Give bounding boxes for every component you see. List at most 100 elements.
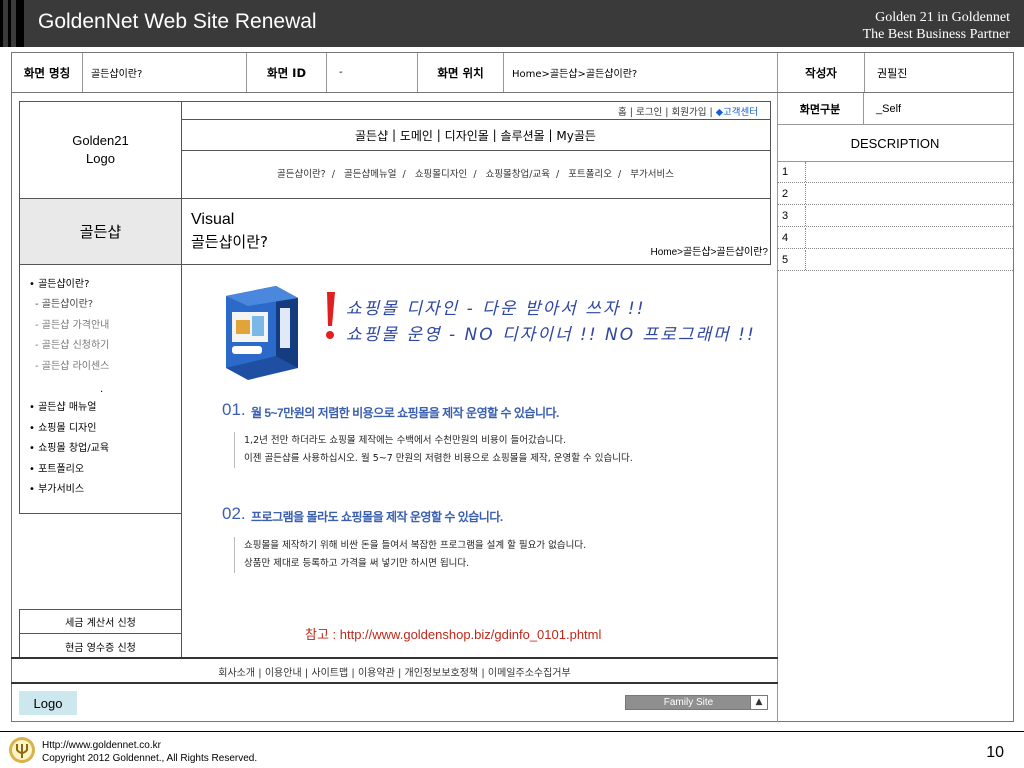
family-site-label: Family Site bbox=[663, 697, 714, 708]
logo-line-2: Logo bbox=[86, 151, 115, 166]
screen-id-label: 화면 ID bbox=[247, 53, 327, 92]
product-box-image bbox=[226, 286, 298, 380]
side-subitem-license[interactable]: - 골든샵 라이센스 bbox=[29, 357, 109, 372]
section-number-1: 01. bbox=[222, 400, 246, 419]
header-accent-bar bbox=[8, 0, 11, 47]
section-1-line-2: 이젠 골든샵를 사용하십시오. 월 5~7 만원의 저렴한 비용으로 쇼핑몰을 … bbox=[244, 453, 633, 464]
slide-title: GoldenNet Web Site Renewal bbox=[38, 10, 317, 33]
section-title: 골든샵 bbox=[19, 199, 182, 265]
header-accent-bar bbox=[0, 0, 3, 47]
separator: | bbox=[258, 668, 262, 679]
side-item-about[interactable]: • 골든샵이란? bbox=[29, 275, 89, 290]
row-number: 1 bbox=[782, 166, 789, 178]
reference-url: 참고 : http://www.goldenshop.biz/gdinfo_01… bbox=[305, 627, 602, 642]
footer-link-email-policy[interactable]: 이메일주소수집거부 bbox=[488, 668, 571, 679]
separator: | bbox=[629, 107, 633, 118]
family-site-select[interactable]: Family Site ▲ bbox=[625, 695, 768, 710]
company-info: Http://www.goldennet.co.kr Copyright 201… bbox=[42, 739, 257, 765]
screen-type-value: _Self bbox=[864, 93, 1013, 125]
description-row: 4 bbox=[777, 228, 1013, 249]
side-item-portfolio[interactable]: • 포트폴리오 bbox=[29, 460, 84, 475]
side-item-manual[interactable]: • 골든샵 매뉴얼 bbox=[29, 398, 96, 413]
footer-link-sitemap[interactable]: 사이트맵 bbox=[311, 668, 348, 679]
sidebar-divider bbox=[181, 264, 182, 658]
side-item-design[interactable]: • 쇼핑몰 디자인 bbox=[29, 419, 96, 434]
side-menu-dot: . bbox=[100, 384, 104, 395]
sub-item-design[interactable]: 쇼핑몰디자인 bbox=[415, 169, 467, 180]
utility-links: 홈 | 로그인 | 회원가입 | ◆고객센터 bbox=[618, 104, 758, 118]
side-item-extra[interactable]: • 부가서비스 bbox=[29, 480, 84, 495]
section-heading-2: 프로그램을 몰라도 쇼핑몰을 제작 운영할 수 있습니다. bbox=[251, 510, 503, 524]
description-row: 1 bbox=[777, 162, 1013, 183]
sub-item-about[interactable]: 골든샵이란? bbox=[277, 169, 326, 180]
description-title: DESCRIPTION bbox=[777, 125, 1013, 162]
separator: | bbox=[351, 668, 355, 679]
footer-logo-button[interactable]: Logo bbox=[19, 691, 77, 715]
footer-rule bbox=[11, 657, 778, 659]
visual-label: Visual bbox=[191, 211, 235, 228]
footer-link-terms[interactable]: 이용약관 bbox=[358, 668, 395, 679]
sub-item-manual[interactable]: 골든샵메뉴얼 bbox=[344, 169, 396, 180]
gnb-item-designmall[interactable]: 디자인몰 bbox=[445, 127, 489, 144]
copyright-text: Copyright 2012 Goldennet., All Rights Re… bbox=[42, 753, 258, 764]
separator: | bbox=[304, 668, 309, 679]
exclamation-icon bbox=[326, 292, 335, 339]
section-heading-1: 월 5~7만원의 저렴한 비용으로 쇼핑몰을 제작 운영할 수 있습니다. bbox=[251, 406, 559, 420]
side-subitem-apply[interactable]: - 골든샵 신청하기 bbox=[29, 336, 109, 351]
separator: / bbox=[331, 169, 335, 180]
sub-item-portfolio[interactable]: 포트폴리오 bbox=[568, 169, 612, 180]
footer-link-guide[interactable]: 이용안내 bbox=[265, 668, 302, 679]
section-2-line-1: 쇼핑몰을 제작하기 위해 비싼 돈을 들여서 복잡한 프로그램을 설계 할 필요… bbox=[244, 540, 587, 551]
footer-rule bbox=[11, 682, 778, 684]
separator: / bbox=[618, 169, 622, 180]
screen-info-table: 화면 명칭 골든샵이란? 화면 ID - 화면 위치 Home>골든샵>골든샵이… bbox=[11, 52, 1014, 93]
site-logo-placeholder[interactable]: Golden21 Logo bbox=[19, 101, 182, 199]
side-subitem-about[interactable]: - 골든샵이란? bbox=[29, 295, 93, 310]
separator: / bbox=[473, 169, 477, 180]
separator: / bbox=[556, 169, 560, 180]
sub-item-extra[interactable]: 부가서비스 bbox=[630, 169, 674, 180]
row-number: 2 bbox=[782, 188, 789, 200]
cash-receipt-button[interactable]: 현금 영수증 신청 bbox=[20, 634, 181, 658]
separator: | bbox=[665, 107, 669, 118]
side-item-startup[interactable]: • 쇼핑몰 창업/교육 bbox=[29, 439, 109, 454]
section-2-line-2: 상품만 제대로 등록하고 가격을 써 넣기만 하시면 됩니다. bbox=[244, 558, 470, 569]
footer-link-privacy[interactable]: 개인정보보호정책 bbox=[405, 668, 479, 679]
tagline-line-1: Golden 21 in Goldennet bbox=[875, 10, 1010, 25]
sub-item-startup[interactable]: 쇼핑몰창업/교육 bbox=[486, 169, 550, 180]
gnb-item-solutionmall[interactable]: 솔루션몰 bbox=[501, 127, 545, 144]
breadcrumb: Home>골든샵>골든샵이란? bbox=[650, 247, 768, 258]
util-customer-center-link[interactable]: ◆고객센터 bbox=[716, 107, 758, 118]
separator: | bbox=[436, 128, 441, 142]
receipt-buttons: 세금 계산서 신청 현금 영수증 신청 bbox=[19, 609, 182, 658]
footer-links: 회사소개 | 이용안내 | 사이트맵 | 이용약관 | 개인정보보호정책 | 이… bbox=[11, 664, 778, 679]
gnb-item-domain[interactable]: 도메인 bbox=[400, 127, 433, 144]
screen-name-label: 화면 명칭 bbox=[12, 53, 83, 92]
header-tagline: Golden 21 in Goldennet The Best Business… bbox=[863, 9, 1010, 43]
util-login-link[interactable]: 로그인 bbox=[636, 107, 662, 118]
util-home-link[interactable]: 홈 bbox=[618, 107, 627, 118]
screen-position-label: 화면 위치 bbox=[418, 53, 504, 92]
screen-position-value: Home>골든샵>골든샵이란? bbox=[504, 53, 778, 92]
section-number-2: 02. bbox=[222, 504, 246, 523]
author-label: 작성자 bbox=[778, 53, 865, 92]
chevron-up-icon[interactable]: ▲ bbox=[750, 696, 767, 709]
global-nav: 골든샵 | 도메인 | 디자인몰 | 솔루션몰 | My골든 bbox=[181, 119, 770, 151]
util-join-link[interactable]: 회원가입 bbox=[671, 107, 706, 118]
top-navigation: 홈 | 로그인 | 회원가입 | ◆고객센터 골든샵 | 도메인 | 디자인몰 … bbox=[181, 101, 771, 199]
sub-navigation: 골든샵이란? / 골든샵메뉴얼 / 쇼핑몰디자인 / 쇼핑몰창업/교육 / 포트… bbox=[181, 166, 770, 180]
slide-header: GoldenNet Web Site Renewal Golden 21 in … bbox=[0, 0, 1024, 47]
page-number: 10 bbox=[986, 744, 1004, 761]
footer-link-company[interactable]: 회사소개 bbox=[218, 668, 255, 679]
gnb-item-goldenshop[interactable]: 골든샵 bbox=[355, 127, 388, 144]
section-body-2: 쇼핑몰을 제작하기 위해 비싼 돈을 들여서 복잡한 프로그램을 설계 할 필요… bbox=[234, 537, 586, 573]
description-row: 3 bbox=[777, 206, 1013, 227]
side-subitem-price[interactable]: - 골든샵 가격안내 bbox=[29, 316, 109, 331]
row-number: 5 bbox=[782, 254, 789, 266]
promo-handwriting-1: 쇼핑몰 디자인 - 다운 받아서 쓰자 !! bbox=[346, 299, 646, 319]
side-menu: • 골든샵이란? - 골든샵이란? - 골든샵 가격안내 - 골든샵 신청하기 … bbox=[19, 264, 182, 514]
tax-invoice-button[interactable]: 세금 계산서 신청 bbox=[20, 610, 181, 634]
description-row: 5 bbox=[777, 250, 1013, 271]
gnb-item-mygolden[interactable]: My골든 bbox=[556, 127, 596, 144]
screen-name-value: 골든샵이란? bbox=[83, 53, 247, 92]
